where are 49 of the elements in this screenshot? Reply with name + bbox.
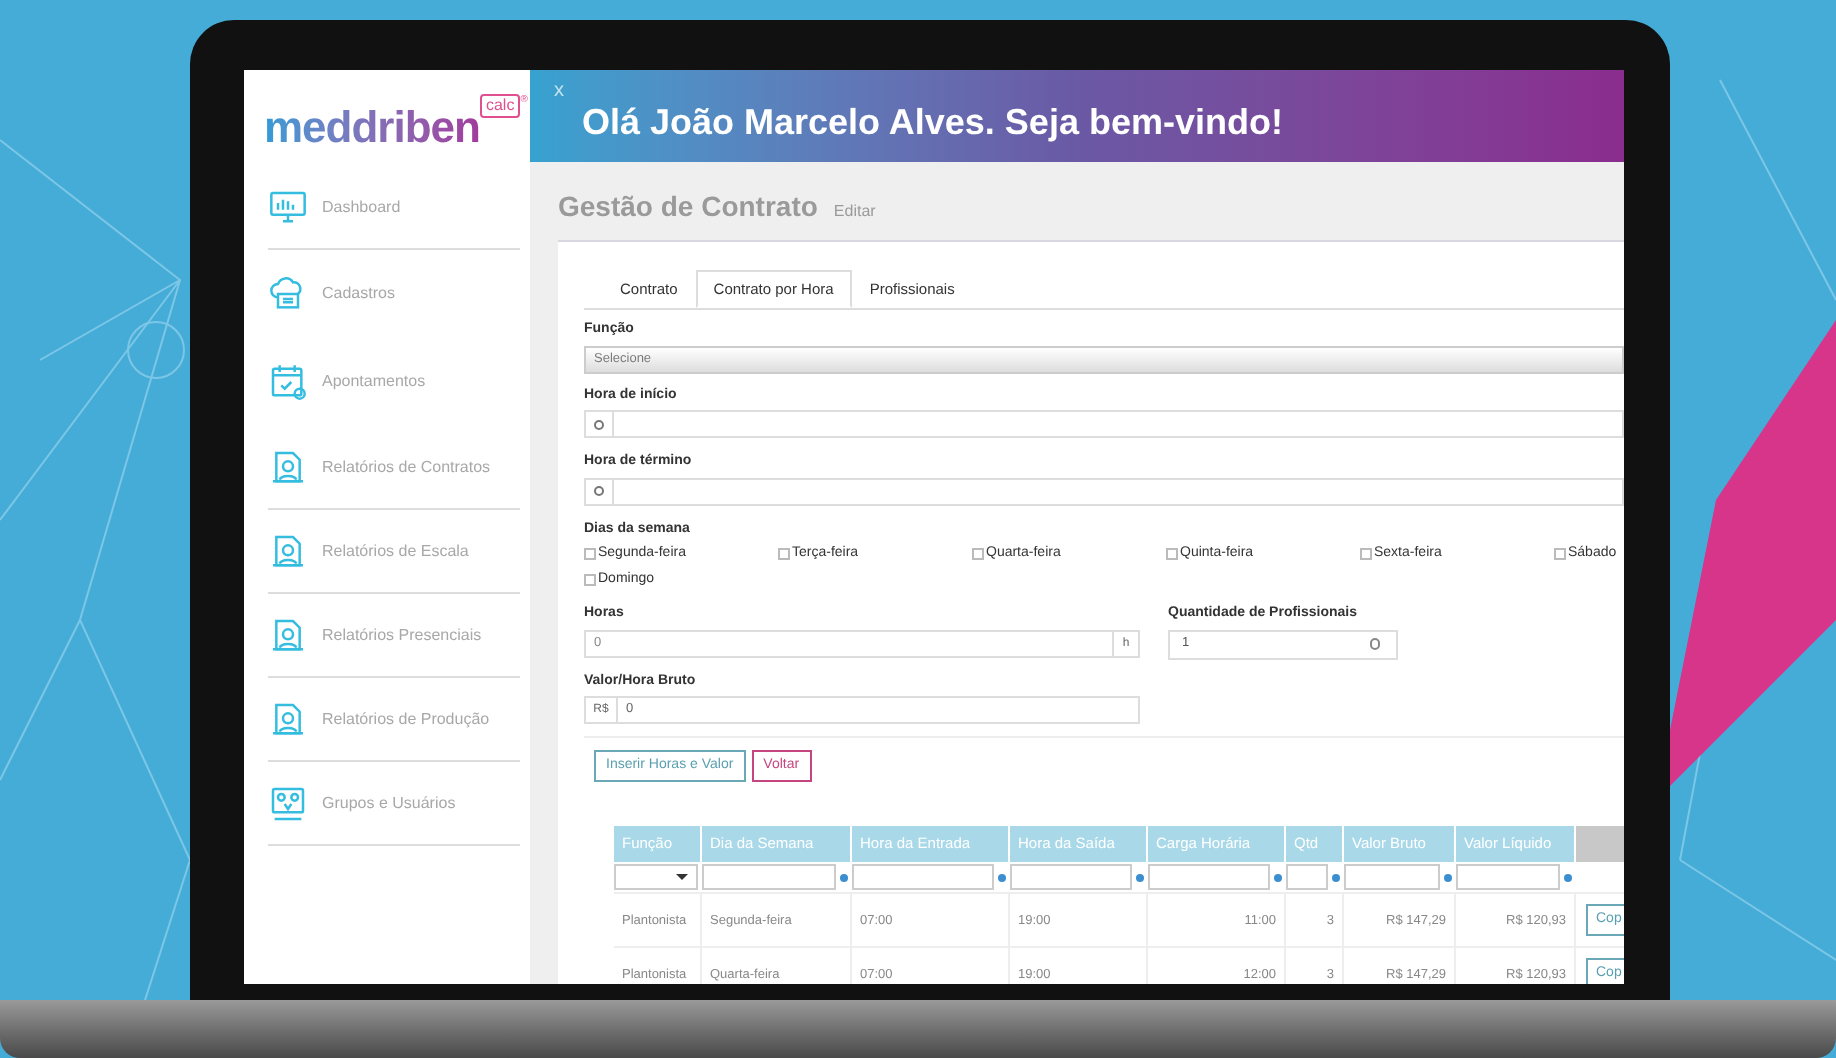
sidebar-item[interactable]: Relatórios de Escala bbox=[268, 510, 520, 594]
checkbox[interactable] bbox=[1166, 548, 1178, 561]
filter-field[interactable] bbox=[1344, 864, 1440, 890]
filter-icon[interactable] bbox=[1332, 873, 1340, 881]
sidebar-item[interactable]: Relatórios Presenciais bbox=[268, 594, 520, 678]
filter-field[interactable] bbox=[1010, 864, 1132, 890]
filter-field[interactable] bbox=[702, 864, 836, 890]
checkbox[interactable] bbox=[1554, 548, 1566, 561]
page-subtitle: Editar bbox=[833, 200, 876, 224]
filter-icon[interactable] bbox=[998, 873, 1006, 881]
logo-badge: calc bbox=[479, 94, 521, 118]
group-screen-icon bbox=[268, 783, 308, 823]
calendar-check-icon bbox=[268, 362, 308, 402]
filter-field[interactable] bbox=[1456, 864, 1560, 890]
welcome-heading: Olá João Marcelo Alves. Seja bem-vindo! bbox=[582, 99, 1283, 146]
sidebar-item[interactable]: Cadastros bbox=[268, 250, 520, 338]
checkbox[interactable] bbox=[778, 548, 790, 561]
report-person-icon bbox=[268, 699, 308, 739]
caret-icon bbox=[676, 874, 688, 880]
checkbox[interactable] bbox=[1360, 548, 1372, 561]
filter-field[interactable] bbox=[1148, 864, 1270, 890]
report-person-icon bbox=[268, 531, 308, 571]
filter-field[interactable] bbox=[852, 864, 994, 890]
filter-field[interactable] bbox=[614, 864, 698, 890]
filter-icon[interactable] bbox=[840, 873, 848, 881]
filter-icon[interactable] bbox=[1274, 873, 1282, 881]
clock-icon bbox=[594, 486, 604, 496]
report-person-icon bbox=[268, 447, 308, 487]
checkbox[interactable] bbox=[584, 573, 596, 586]
clock-icon bbox=[594, 419, 604, 429]
page-title: Gestão de Contrato bbox=[558, 188, 818, 226]
sidebar-item[interactable]: Apontamentos bbox=[268, 338, 520, 426]
sidebar-item[interactable]: Dashboard bbox=[268, 166, 520, 250]
sidebar-item[interactable]: Relatórios de Contratos bbox=[268, 426, 520, 510]
checkbox[interactable] bbox=[972, 548, 984, 561]
spinner-icon bbox=[1370, 638, 1380, 650]
sidebar-item[interactable]: Grupos e Usuários bbox=[268, 762, 520, 846]
close-button[interactable]: x bbox=[554, 82, 564, 102]
monitor-chart-icon bbox=[268, 187, 308, 227]
sidebar-item[interactable]: Relatórios de Produção bbox=[268, 678, 520, 762]
cloud-computer-icon bbox=[268, 274, 308, 314]
report-person-icon bbox=[268, 615, 308, 655]
filter-field[interactable] bbox=[1286, 864, 1328, 890]
time-field[interactable] bbox=[584, 477, 1624, 505]
time-field[interactable] bbox=[584, 410, 1624, 438]
filter-icon[interactable] bbox=[1136, 873, 1144, 881]
filter-icon[interactable] bbox=[1564, 873, 1572, 881]
filter-icon[interactable] bbox=[1444, 873, 1452, 881]
checkbox[interactable] bbox=[584, 548, 596, 561]
